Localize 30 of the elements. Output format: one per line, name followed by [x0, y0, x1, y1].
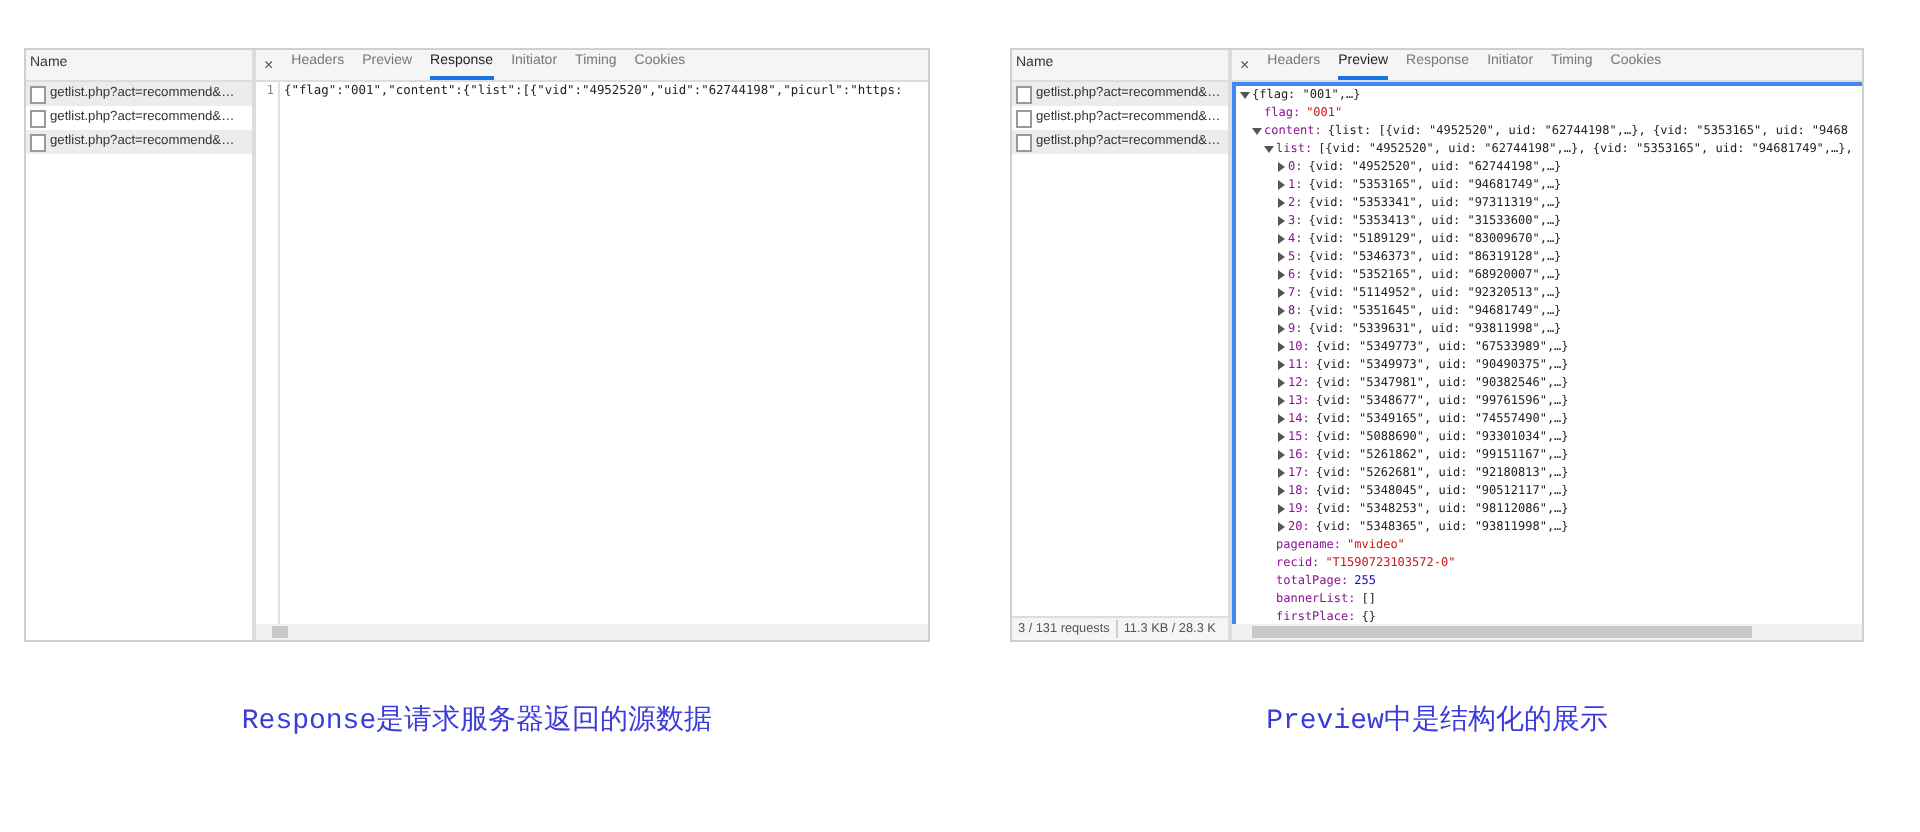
expanded-triangle-icon[interactable] [1252, 126, 1262, 136]
collapsed-triangle-icon[interactable] [1276, 414, 1286, 424]
collapsed-triangle-icon[interactable] [1276, 468, 1286, 478]
collapsed-triangle-icon[interactable] [1276, 234, 1286, 244]
collapsed-triangle-icon[interactable] [1276, 198, 1286, 208]
collapsed-triangle-icon[interactable] [1276, 288, 1286, 298]
horizontal-scrollbar[interactable] [1232, 624, 1862, 640]
close-button[interactable]: × [1240, 52, 1250, 80]
collapsed-triangle-icon[interactable] [1276, 342, 1286, 352]
collapsed-triangle-icon[interactable] [1276, 252, 1286, 262]
collapsed-triangle-icon[interactable] [1276, 522, 1286, 532]
collapsed-triangle-icon[interactable] [1276, 162, 1286, 172]
caption: Response是请求服务器返回的源数据 [241, 703, 713, 742]
collapsed-triangle-icon[interactable] [1276, 450, 1286, 460]
collapsed-triangle-icon[interactable] [1276, 216, 1286, 226]
caption: Preview中是结构化的展示 [1266, 703, 1608, 742]
expanded-triangle-icon[interactable] [1240, 90, 1250, 100]
collapsed-triangle-icon[interactable] [1276, 378, 1286, 388]
collapsed-triangle-icon[interactable] [1276, 396, 1286, 406]
collapsed-triangle-icon[interactable] [1276, 486, 1286, 496]
collapsed-triangle-icon[interactable] [1276, 324, 1286, 334]
collapsed-triangle-icon[interactable] [1276, 270, 1286, 280]
collapsed-triangle-icon[interactable] [1276, 360, 1286, 370]
expanded-triangle-icon[interactable] [1264, 144, 1274, 154]
collapsed-triangle-icon[interactable] [1276, 180, 1286, 190]
collapsed-triangle-icon[interactable] [1276, 306, 1286, 316]
collapsed-triangle-icon[interactable] [1276, 432, 1286, 442]
close-button[interactable]: × [264, 52, 274, 80]
horizontal-scrollbar[interactable] [256, 624, 928, 640]
collapsed-triangle-icon[interactable] [1276, 504, 1286, 514]
